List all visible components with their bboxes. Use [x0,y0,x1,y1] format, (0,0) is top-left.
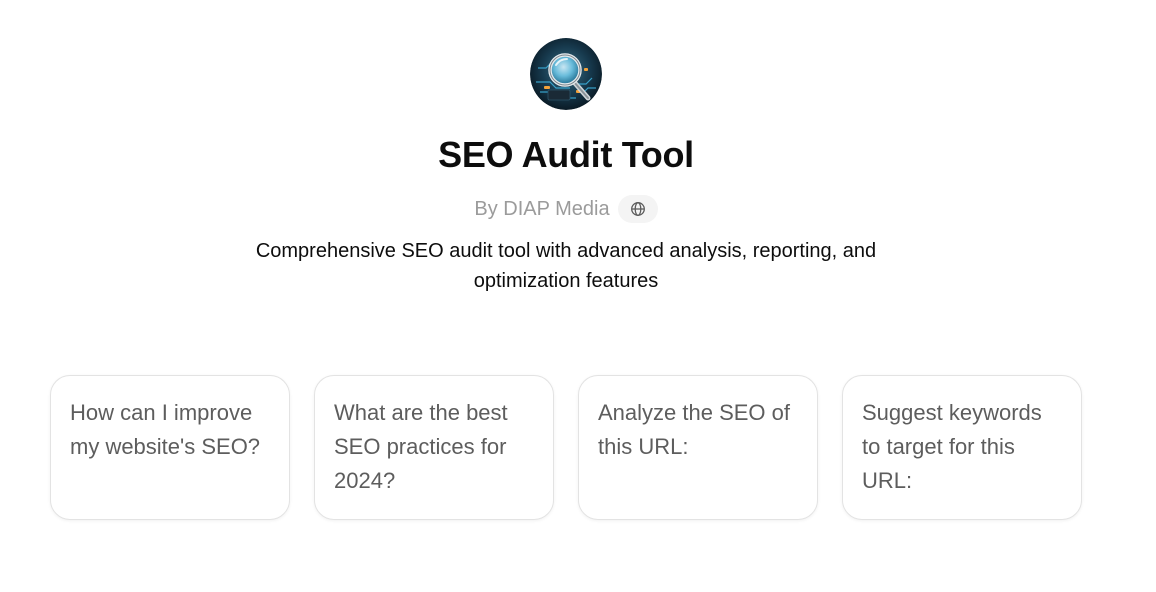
gpt-avatar [530,38,602,110]
starter-card-analyze-url[interactable]: Analyze the SEO of this URL: [578,375,818,520]
author-row: By DIAP Media [474,194,658,224]
magnifying-glass-circuit-icon [530,38,602,110]
gpt-description: Comprehensive SEO audit tool with advanc… [255,240,877,292]
starter-card-best-practices[interactable]: What are the best SEO practices for 2024… [314,375,554,520]
gpt-title: SEO Audit Tool [438,134,694,175]
conversation-starters: How can I improve my website's SEO? What… [50,375,1082,520]
starter-card-text: What are the best SEO practices for 2024… [334,400,508,493]
starter-card-improve-seo[interactable]: How can I improve my website's SEO? [50,375,290,520]
author-label: By DIAP Media [474,198,610,220]
starter-card-suggest-keywords[interactable]: Suggest keywords to target for this URL: [842,375,1082,520]
starter-card-text: Suggest keywords to target for this URL: [862,400,1042,493]
website-link-button[interactable] [617,195,658,223]
gpt-header: SEO Audit Tool By DIAP Media Comprehensi… [0,38,1132,296]
starter-card-text: How can I improve my website's SEO? [70,400,261,459]
globe-icon [630,202,645,216]
starter-card-text: Analyze the SEO of this URL: [598,400,790,459]
